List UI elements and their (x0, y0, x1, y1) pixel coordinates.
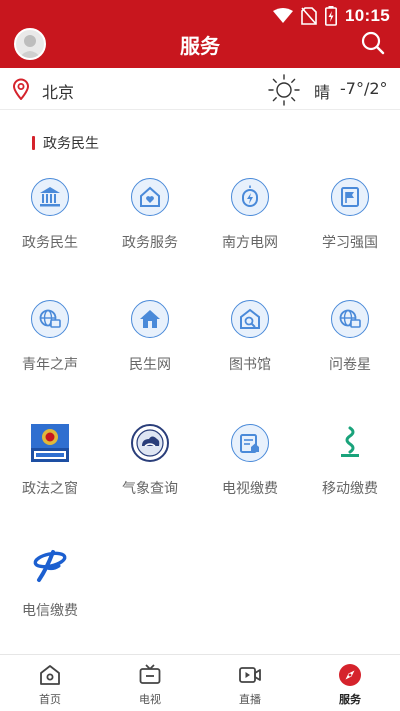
section-title: 政务民生 (43, 136, 99, 152)
meteorology-logo-icon (131, 424, 169, 462)
globe-screen-icon (31, 300, 69, 338)
china-telecom-logo-icon (31, 546, 69, 584)
service-item[interactable]: 电信缴费 (0, 538, 100, 638)
service-label: 青年之声 (22, 357, 78, 373)
tab-label: 服务 (339, 693, 361, 706)
city-name[interactable]: 北京 (42, 79, 74, 103)
service-item[interactable]: 政务服务 (100, 170, 200, 270)
power-grid-icon (231, 178, 269, 216)
tab-label: 电视 (139, 693, 161, 706)
service-label: 问卷星 (329, 357, 371, 373)
government-building-icon (31, 178, 69, 216)
globe-screen-icon (331, 300, 369, 338)
top-app-bar: 10:15 服务 (0, 0, 400, 68)
service-item[interactable]: 政务民生 (0, 170, 100, 270)
service-label: 学习强国 (322, 235, 378, 251)
service-label: 政法之窗 (22, 481, 78, 497)
status-time: 10:15 (345, 6, 390, 25)
tab-label: 直播 (239, 693, 261, 706)
battery-charging-icon (325, 6, 338, 26)
service-item[interactable]: 图书馆 (200, 292, 300, 392)
service-label: 民生网 (129, 357, 171, 373)
weather-condition: 晴 (314, 83, 331, 102)
study-flag-icon (331, 178, 369, 216)
section-header: 政务民生 (32, 135, 99, 152)
service-label: 移动缴费 (322, 481, 378, 497)
service-item[interactable]: 民生网 (100, 292, 200, 392)
library-search-icon (231, 300, 269, 338)
status-bar: 10:15 (273, 4, 390, 28)
service-item[interactable]: 学习强国 (300, 170, 400, 270)
service-label: 电信缴费 (22, 603, 78, 619)
service-item[interactable]: 青年之声 (0, 292, 100, 392)
service-item[interactable]: 问卷星 (300, 292, 400, 392)
service-label: 政务服务 (122, 235, 178, 251)
weather-bar[interactable]: 北京 晴 -7°/2° (0, 68, 400, 110)
service-item[interactable]: 南方电网 (200, 170, 300, 270)
section-accent-bar (32, 136, 35, 150)
sun-icon (268, 74, 300, 106)
house-icon (131, 300, 169, 338)
page-title: 服务 (180, 34, 220, 58)
service-label: 图书馆 (229, 357, 271, 373)
home-icon (40, 665, 60, 685)
service-label: 电视缴费 (222, 481, 278, 497)
service-item[interactable]: 移动缴费 (300, 416, 400, 516)
tab-tv[interactable]: 电视 (100, 655, 200, 711)
china-mobile-logo-icon (331, 424, 369, 462)
search-button[interactable] (360, 30, 386, 56)
service-label: 南方电网 (222, 235, 278, 251)
service-label: 气象查询 (122, 481, 178, 497)
tab-live[interactable]: 直播 (200, 655, 300, 711)
tab-home[interactable]: 首页 (0, 655, 100, 711)
wifi-icon (273, 8, 294, 23)
tab-service[interactable]: 服务 (300, 655, 400, 711)
home-heart-icon (131, 178, 169, 216)
compass-icon (339, 664, 361, 686)
tv-bill-icon (231, 424, 269, 462)
bottom-tab-bar: 首页 电视 直播 服务 (0, 654, 400, 711)
temperature: -7°/2° (340, 79, 388, 98)
service-item[interactable]: 电视缴费 (200, 416, 300, 516)
search-icon (361, 31, 385, 55)
no-sim-icon (301, 7, 317, 25)
police-emblem-icon (31, 424, 69, 462)
tv-icon (139, 664, 161, 684)
tab-label: 首页 (39, 693, 61, 706)
service-item[interactable]: 政法之窗 (0, 416, 100, 516)
live-video-icon (239, 667, 261, 683)
location-pin-icon (12, 78, 30, 100)
service-label: 政务民生 (22, 235, 78, 251)
service-item[interactable]: 气象查询 (100, 416, 200, 516)
